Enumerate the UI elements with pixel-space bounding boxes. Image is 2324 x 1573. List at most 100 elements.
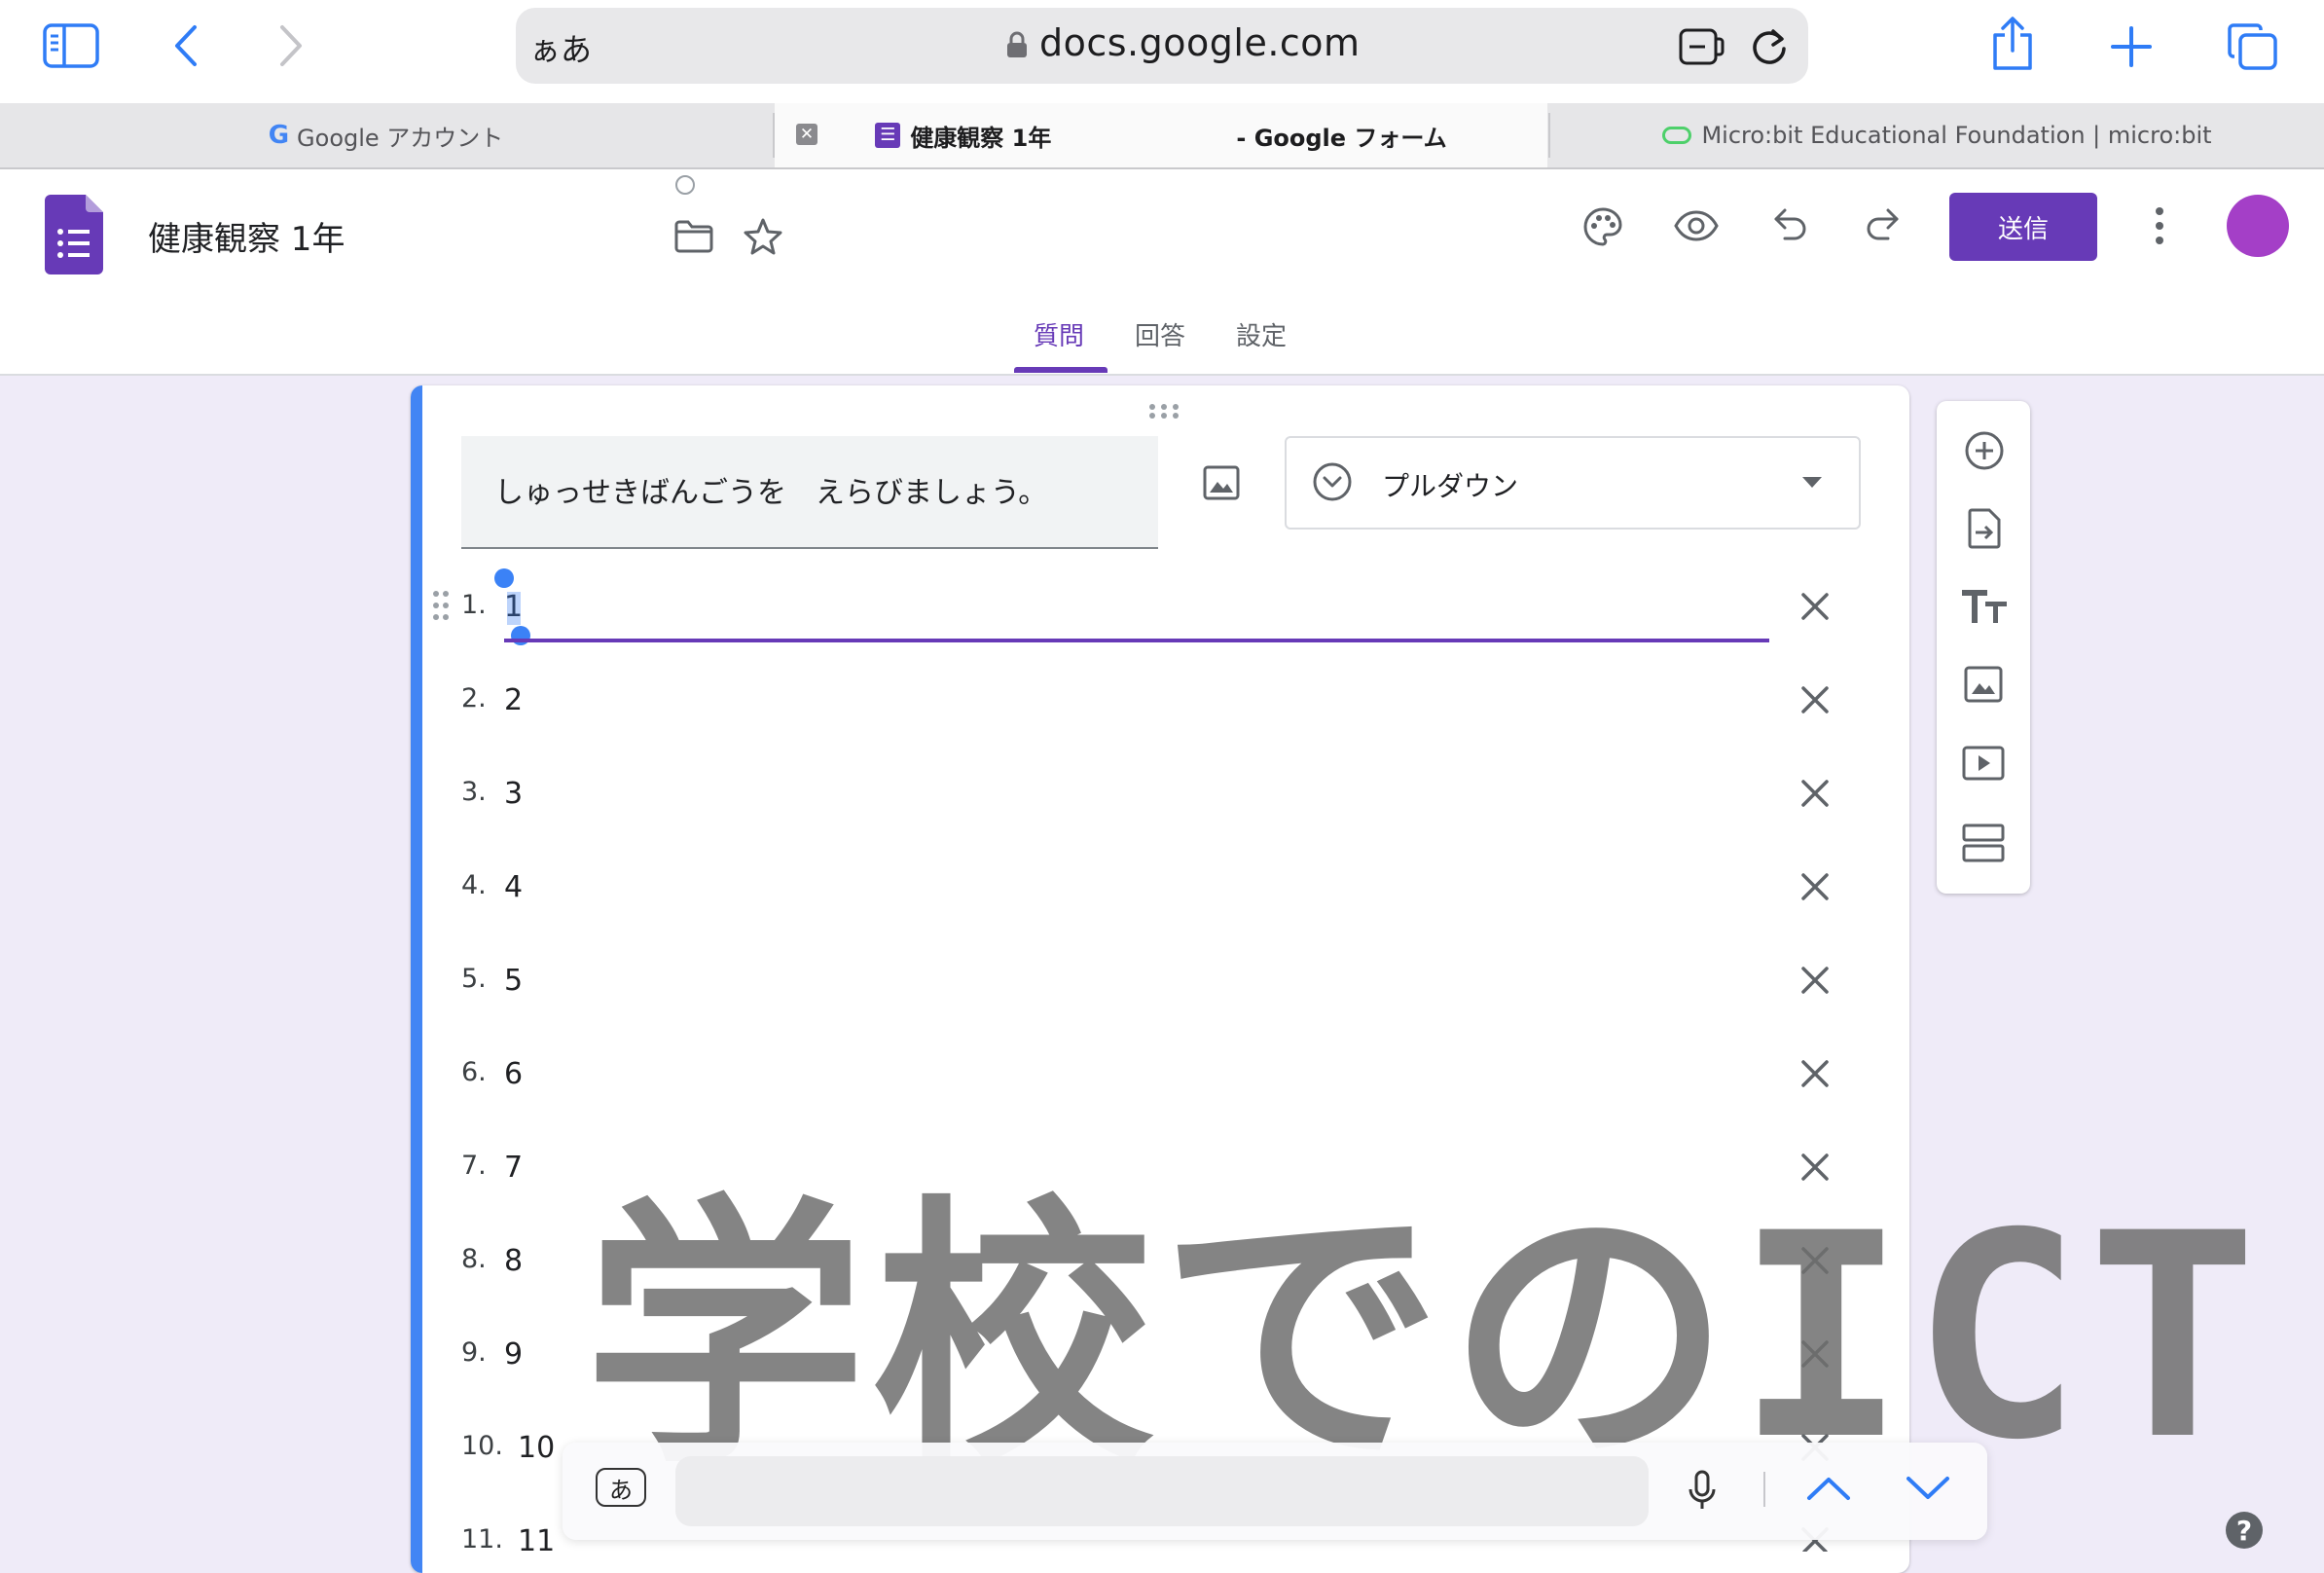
active-card-indicator — [411, 385, 422, 1573]
question-title-text: しゅっせきばんごうを えらびましょう。 — [494, 476, 1048, 510]
list-item[interactable]: 3. — [461, 777, 487, 807]
tab-overview-icon[interactable] — [2227, 21, 2279, 72]
more-options-icon[interactable] — [2155, 206, 2164, 245]
option-number: 11. — [461, 1524, 503, 1555]
option-text-field[interactable]: 2 — [504, 683, 523, 717]
microbit-favicon-icon — [1662, 127, 1692, 144]
list-item[interactable]: 9. — [461, 1337, 487, 1368]
list-item[interactable]: 1. — [461, 590, 487, 620]
tab-label: Micro:bit Educational Foundation | micro… — [1701, 122, 2212, 149]
tab-microbit[interactable]: Micro:bit Educational Foundation | micro… — [1550, 103, 2324, 167]
dropdown-type-icon — [1312, 461, 1353, 502]
option-number: 9. — [461, 1337, 487, 1368]
redo-icon[interactable] — [1865, 208, 1900, 241]
back-icon[interactable] — [171, 23, 200, 68]
option-number: 4. — [461, 870, 487, 900]
option-number: 5. — [461, 964, 487, 994]
list-item[interactable]: 6. — [461, 1057, 487, 1087]
previous-field-icon[interactable] — [1806, 1476, 1851, 1501]
option-text-field[interactable]: 11 — [518, 1524, 555, 1558]
remove-option-icon[interactable] — [1800, 592, 1830, 621]
text-selection-highlight — [507, 592, 521, 625]
list-item[interactable]: 7. — [461, 1151, 487, 1181]
list-item[interactable]: 8. — [461, 1244, 487, 1274]
option-text-field[interactable]: 7 — [504, 1151, 523, 1185]
option-number: 8. — [461, 1244, 487, 1274]
option-text-field[interactable]: 5 — [504, 964, 523, 998]
option-drag-handle-icon[interactable] — [432, 590, 450, 621]
option-text-field[interactable]: 8 — [504, 1244, 523, 1278]
ime-switch-key[interactable]: あ — [596, 1468, 646, 1507]
microphone-icon[interactable] — [1688, 1470, 1717, 1511]
send-button[interactable]: 送信 — [1949, 193, 2097, 261]
next-field-icon[interactable] — [1906, 1476, 1950, 1501]
page-settings-button[interactable]: ぁあ — [529, 25, 592, 70]
list-item[interactable]: 10. — [461, 1431, 503, 1461]
option-number: 1. — [461, 590, 487, 620]
reload-icon[interactable] — [1750, 25, 1789, 66]
tab-strip: G Google アカウント ✕ ☰ 健康観察 1年 - Google フォーム… — [0, 103, 2324, 169]
remove-option-icon[interactable] — [1800, 779, 1830, 808]
remove-option-icon[interactable] — [1800, 966, 1830, 995]
help-icon[interactable]: ? — [2226, 1512, 2263, 1549]
question-type-dropdown[interactable] — [1285, 436, 1861, 530]
close-tab-icon[interactable]: ✕ — [796, 124, 817, 145]
tab-google-account[interactable]: G Google アカウント — [0, 103, 772, 167]
add-image-icon[interactable] — [1964, 666, 2003, 703]
tab-responses[interactable]: 回答 — [1135, 316, 1185, 352]
add-title-icon[interactable] — [1962, 588, 2007, 625]
remove-option-icon[interactable] — [1800, 685, 1830, 714]
option-number: 3. — [461, 777, 487, 807]
list-item[interactable]: 5. — [461, 964, 487, 994]
import-questions-icon[interactable] — [1966, 508, 2003, 549]
share-icon[interactable] — [1989, 16, 2036, 72]
url-text: docs.google.com — [1039, 21, 1361, 64]
forward-icon[interactable] — [276, 23, 306, 68]
option-text-field[interactable]: 10 — [518, 1431, 555, 1465]
list-item[interactable]: 2. — [461, 683, 487, 713]
watermark: 学校でのICT — [584, 1174, 2264, 1502]
forms-logo-icon[interactable] — [45, 195, 103, 274]
side-toolbar — [1937, 401, 2030, 894]
option-text-field[interactable]: 3 — [504, 777, 523, 811]
remove-option-icon[interactable] — [1800, 1059, 1830, 1088]
active-tab-indicator — [1014, 367, 1108, 373]
remove-option-icon[interactable] — [1800, 872, 1830, 901]
toolbar-divider — [1763, 1472, 1765, 1507]
add-video-icon[interactable] — [1962, 746, 2005, 781]
form-title[interactable]: 健康観察 1年 — [148, 212, 345, 260]
tab-google-forms[interactable]: ✕ ☰ 健康観察 1年 - Google フォーム — [775, 103, 1547, 167]
palette-icon[interactable] — [1582, 206, 1623, 247]
list-item[interactable]: 11. — [461, 1524, 503, 1555]
lock-icon — [1006, 31, 1028, 58]
option-number: 7. — [461, 1151, 487, 1181]
option-text-field[interactable]: 9 — [504, 1337, 523, 1372]
preview-eye-icon[interactable] — [1674, 210, 1719, 241]
add-section-icon[interactable] — [1962, 823, 2005, 862]
list-item[interactable]: 4. — [461, 870, 487, 900]
option-number: 6. — [461, 1057, 487, 1087]
undo-icon[interactable] — [1773, 208, 1808, 241]
option-text-field[interactable]: 4 — [504, 870, 523, 904]
question-type-label: プルダウン — [1382, 470, 1519, 502]
add-image-icon[interactable] — [1203, 465, 1240, 500]
extension-icon[interactable] — [1678, 27, 1725, 66]
account-avatar[interactable] — [2227, 195, 2289, 257]
active-field-underline — [504, 639, 1769, 642]
chevron-down-icon — [1802, 477, 1822, 489]
new-tab-icon[interactable] — [2110, 25, 2153, 68]
keyboard-prediction-field — [675, 1456, 1649, 1526]
option-text-field[interactable]: 6 — [504, 1057, 523, 1091]
sidebar-toggle-icon[interactable] — [43, 23, 99, 68]
tab-settings[interactable]: 設定 — [1236, 316, 1287, 352]
option-number: 2. — [461, 683, 487, 713]
selection-handle-end[interactable] — [511, 626, 530, 645]
tab-label: 健康観察 1年 — [910, 124, 1052, 152]
tab-questions[interactable]: 質問 — [1034, 316, 1084, 352]
drag-handle-icon[interactable] — [1148, 403, 1180, 419]
tab-label: Google アカウント — [297, 124, 504, 152]
move-to-folder-icon[interactable] — [673, 220, 714, 253]
add-question-icon[interactable] — [1964, 430, 2005, 471]
selection-handle-start[interactable] — [494, 568, 514, 588]
star-icon[interactable] — [744, 218, 782, 255]
